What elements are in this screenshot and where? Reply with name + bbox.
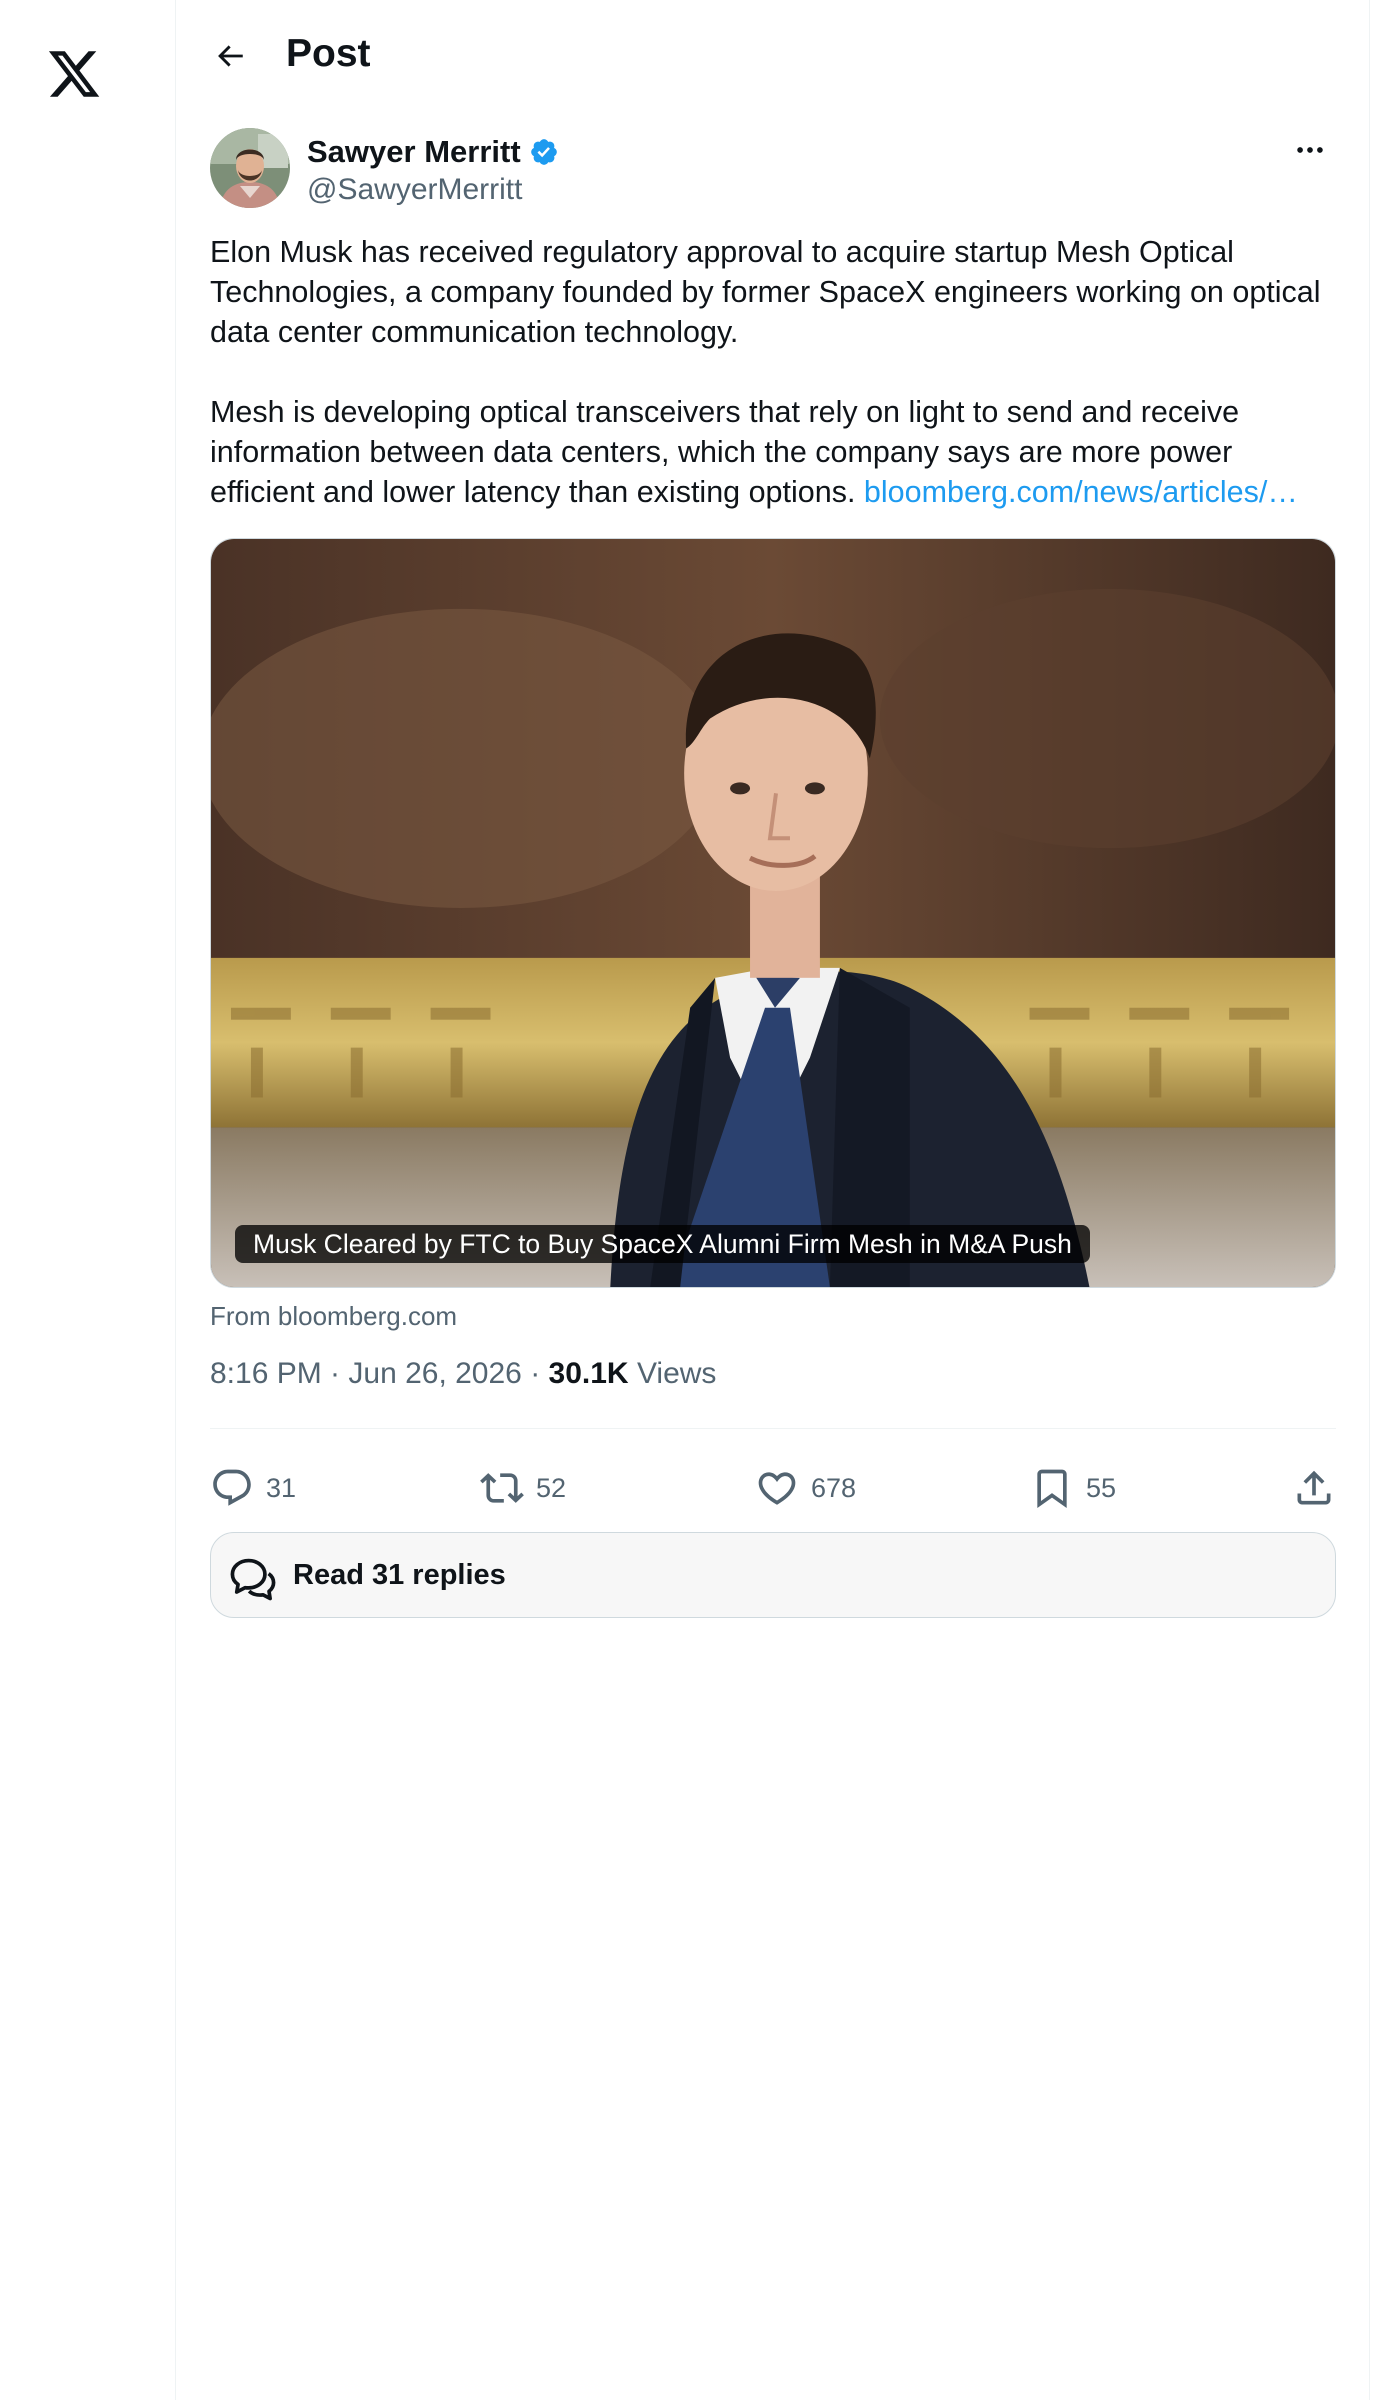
post-meta: 8:16 PM · Jun 26, 2026 · 30.1K Views — [210, 1354, 716, 1394]
left-nav — [0, 0, 176, 2400]
read-replies-button[interactable]: Read 31 replies — [210, 1532, 1336, 1618]
card-caption: Musk Cleared by FTC to Buy SpaceX Alumni… — [235, 1225, 1090, 1263]
page-title: Post — [286, 32, 371, 75]
meta-separator: · — [521, 1357, 549, 1390]
share-icon — [1297, 1470, 1331, 1505]
reply-button[interactable]: 31 — [210, 1458, 296, 1518]
views-count: 30.1K — [548, 1357, 629, 1390]
bookmark-button[interactable]: 55 — [1030, 1458, 1116, 1518]
views-label: Views — [636, 1357, 717, 1390]
link-card[interactable]: Musk Cleared by FTC to Buy SpaceX Alumni… — [210, 538, 1336, 1288]
reply-count: 31 — [266, 1472, 297, 1503]
read-replies-label: Read 31 replies — [293, 1559, 506, 1591]
chat-bubbles-icon — [230, 1558, 276, 1601]
page-header: Post — [176, 0, 1369, 106]
back-button[interactable] — [206, 32, 254, 80]
more-horizontal-icon — [1297, 147, 1323, 153]
bookmark-count: 55 — [1086, 1472, 1117, 1503]
avatar[interactable] — [210, 128, 290, 208]
reply-icon — [213, 1469, 251, 1506]
repost-button[interactable]: 52 — [480, 1458, 566, 1518]
more-button[interactable] — [1284, 130, 1336, 170]
x-logo-icon[interactable] — [46, 46, 102, 102]
author-name-row: Sawyer Merritt — [307, 130, 559, 174]
share-button[interactable] — [1292, 1458, 1336, 1518]
author-handle[interactable]: @SawyerMerritt — [307, 170, 522, 210]
bookmark-icon — [1037, 1469, 1067, 1509]
post-text: Elon Musk has received regulatory approv… — [210, 232, 1336, 512]
avatar-image — [210, 128, 290, 208]
verified-badge-icon[interactable] — [529, 137, 559, 167]
repost-count: 52 — [536, 1472, 567, 1503]
arrow-left-icon — [218, 45, 243, 67]
post-text-paragraph: Elon Musk has received regulatory approv… — [210, 235, 1321, 349]
divider — [210, 1428, 1336, 1429]
post-text-paragraph: Mesh is developing optical transceivers … — [210, 392, 1336, 512]
like-count: 678 — [811, 1472, 857, 1503]
card-source[interactable]: From bloomberg.com — [210, 1298, 457, 1334]
main-column: Post Sawyer Merritt @SawyerMerritt Elon … — [176, 0, 1370, 2400]
repost-icon — [480, 1473, 524, 1503]
author-name[interactable]: Sawyer Merritt — [307, 132, 521, 172]
like-button[interactable]: 678 — [755, 1458, 856, 1518]
card-image — [211, 539, 1335, 1287]
post-timestamp[interactable]: 8:16 PM · Jun 26, 2026 — [210, 1357, 522, 1390]
action-bar: 31 52 678 55 — [210, 1458, 1336, 1518]
article-link[interactable]: bloomberg.com/news/articles/… — [864, 475, 1298, 509]
heart-icon — [758, 1472, 796, 1505]
